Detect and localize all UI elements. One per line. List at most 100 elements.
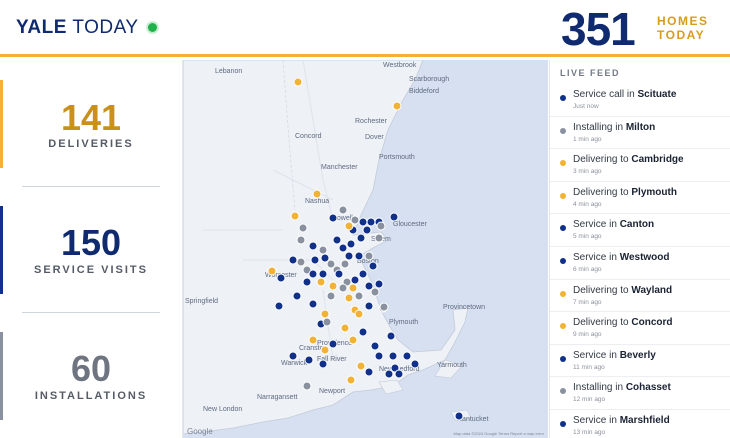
delivery-map-pin[interactable] [354, 309, 364, 319]
feed-item[interactable]: Delivering to Cambridge 3 min ago [550, 149, 730, 182]
service-map-pin[interactable] [304, 355, 314, 365]
service-map-pin[interactable] [318, 359, 328, 369]
service-map-pin[interactable] [388, 351, 398, 361]
feed-item-time: 5 min ago [573, 233, 602, 241]
service-map-pin[interactable] [328, 339, 338, 349]
feed-item[interactable]: Service in Canton 5 min ago [550, 214, 730, 247]
delivery-map-pin[interactable] [312, 189, 322, 199]
delivery-map-pin[interactable] [320, 345, 330, 355]
map-label: Yarmouth [437, 362, 467, 369]
feed-item[interactable]: Installing in Milton 1 min ago [550, 117, 730, 150]
map-label: Gloucester [393, 221, 427, 228]
feed-item-time: 3 min ago [573, 168, 602, 176]
service-map-pin[interactable] [370, 341, 380, 351]
service-status-icon [560, 420, 566, 427]
service-map-pin[interactable] [374, 279, 384, 289]
feed-item[interactable]: Delivering to Concord 9 min ago [550, 312, 730, 345]
service-map-pin[interactable] [334, 269, 344, 279]
map-label: Nashua [305, 198, 330, 205]
map-attribution[interactable]: Map data ©2024 Google Terms Report a map… [454, 431, 544, 436]
service-map-pin[interactable] [308, 241, 318, 251]
feed-item[interactable]: Service in Beverly 11 min ago [550, 345, 730, 378]
brand-logo: YALE TODAY [16, 17, 139, 39]
service-map-pin[interactable] [302, 277, 312, 287]
map-label: New London [203, 406, 243, 413]
service-map-pin[interactable] [328, 213, 338, 223]
service-map-pin[interactable] [454, 411, 464, 421]
service-map-pin[interactable] [308, 299, 318, 309]
feed-item-time: 13 min ago [573, 428, 606, 436]
delivery-map-pin[interactable] [346, 375, 356, 385]
service-status-icon [560, 95, 566, 101]
delivery-map-pin[interactable] [293, 77, 303, 87]
service-map-pin[interactable] [364, 301, 374, 311]
delivery-map-pin[interactable] [340, 323, 350, 333]
service-map-pin[interactable] [358, 269, 368, 279]
service-map-pin[interactable] [276, 273, 286, 283]
delivery-map-pin[interactable] [308, 335, 318, 345]
service-map-pin[interactable] [386, 331, 396, 341]
service-map-pin[interactable] [356, 233, 366, 243]
feed-item-time: 7 min ago [573, 298, 602, 306]
install-map-pin[interactable] [302, 381, 312, 391]
service-map-pin[interactable] [402, 351, 412, 361]
install-map-pin[interactable] [322, 317, 332, 327]
service-map-pin[interactable] [358, 327, 368, 337]
service-status-icon [560, 257, 566, 264]
install-map-pin[interactable] [296, 235, 306, 245]
install-map-pin[interactable] [370, 287, 380, 297]
delivery-map-pin[interactable] [344, 293, 354, 303]
install-map-pin[interactable] [298, 223, 308, 233]
service-map-pin[interactable] [394, 369, 404, 379]
service-map-pin[interactable] [274, 301, 284, 311]
install-map-pin[interactable] [379, 302, 389, 312]
live-feed-panel: LIVE FEED Service call in Scituate Just n… [549, 60, 730, 438]
service-map-pin[interactable] [389, 212, 399, 222]
delivery-map-pin[interactable] [328, 281, 338, 291]
install-map-pin[interactable] [340, 259, 350, 269]
map-label: Concord [295, 133, 322, 140]
feed-item[interactable]: Service call in Scituate Just now [550, 84, 730, 117]
service-map-pin[interactable] [288, 351, 298, 361]
feed-item-location: Cohasset [625, 382, 671, 394]
install-map-pin[interactable] [338, 205, 348, 215]
delivery-map-pin[interactable] [344, 221, 354, 231]
install-map-pin[interactable] [338, 283, 348, 293]
install-map-pin[interactable] [376, 221, 386, 231]
service-map-pin[interactable] [374, 351, 384, 361]
delivery-map-pin[interactable] [316, 277, 326, 287]
feed-item-text: Installing in Cohasset [573, 382, 671, 393]
feed-item[interactable]: Service in Marshfield 13 min ago [550, 410, 730, 438]
delivery-map-pin[interactable] [348, 335, 358, 345]
live-feed-title: LIVE FEED [560, 68, 621, 78]
service-map-pin[interactable] [292, 291, 302, 301]
delivery-map-pin[interactable] [392, 101, 402, 111]
service-map-pin[interactable] [344, 251, 354, 261]
service-map-pin[interactable] [368, 261, 378, 271]
feed-item-location: Concord [631, 317, 673, 329]
feed-item[interactable]: Service in Westwood 6 min ago [550, 247, 730, 280]
install-map-pin[interactable] [354, 291, 364, 301]
feed-item-text: Service call in Scituate [573, 89, 676, 100]
install-map-pin[interactable] [374, 233, 384, 243]
service-map-pin[interactable] [354, 251, 364, 261]
service-map-pin[interactable] [410, 359, 420, 369]
install-map-pin[interactable] [364, 251, 374, 261]
map-label: Portsmouth [379, 154, 415, 161]
feed-item[interactable]: Delivering to Plymouth 4 min ago [550, 182, 730, 215]
service-map-pin[interactable] [364, 367, 374, 377]
service-map-pin[interactable] [362, 225, 372, 235]
feed-item[interactable]: Delivering to Wayland 7 min ago [550, 280, 730, 313]
delivery-map-pin[interactable] [267, 266, 277, 276]
service-map-pin[interactable] [384, 369, 394, 379]
service-map[interactable]: Lebanon Westbrook Scarborough Biddeford … [182, 60, 548, 438]
deliveries-count: 141 [60, 97, 122, 138]
feed-item[interactable]: Installing in Cohasset 12 min ago [550, 377, 730, 410]
feed-item-action: Service in [573, 414, 617, 426]
service-map-pin[interactable] [308, 269, 318, 279]
install-map-pin[interactable] [326, 291, 336, 301]
feed-item-action: Service in [573, 349, 617, 361]
delivery-map-pin[interactable] [290, 211, 300, 221]
service-map-pin[interactable] [310, 255, 320, 265]
service-map-pin[interactable] [346, 239, 356, 249]
